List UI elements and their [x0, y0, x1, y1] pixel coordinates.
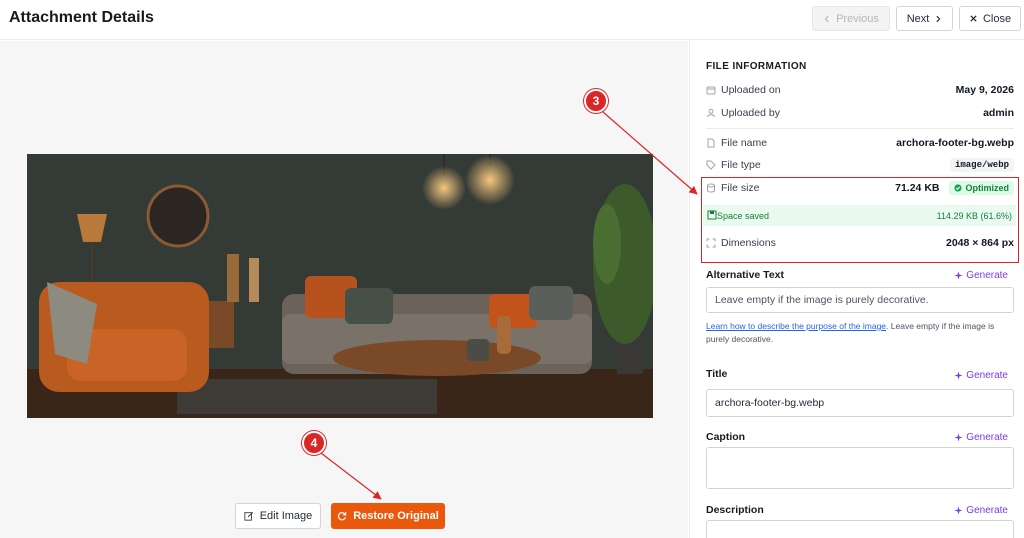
- edit-image-label: Edit Image: [259, 510, 313, 522]
- description-label: Description: [706, 504, 764, 516]
- space-saved-label: Space saved: [717, 210, 770, 221]
- dimensions-value: 2048 × 864 px: [945, 237, 1014, 249]
- edit-image-button[interactable]: Edit Image: [235, 503, 321, 529]
- file-type-value: image/webp: [949, 158, 1014, 172]
- file-name-row: File name archora-footer-bg.webp: [706, 133, 1014, 153]
- user-icon: [706, 108, 716, 118]
- alt-text-input[interactable]: Leave empty if the image is purely decor…: [706, 287, 1014, 313]
- previous-button[interactable]: Previous: [812, 6, 890, 31]
- annotation-marker-3: 3: [584, 89, 608, 113]
- caption-generate-button[interactable]: Generate: [954, 432, 1008, 443]
- edit-icon: [244, 511, 253, 521]
- next-button[interactable]: Next: [896, 6, 953, 31]
- file-size-label: File size: [721, 182, 760, 194]
- calendar-icon: [706, 85, 716, 95]
- check-circle-icon: [954, 184, 963, 192]
- title-label: Title: [706, 368, 728, 380]
- save-disk-icon: [707, 210, 717, 222]
- close-button[interactable]: Close: [959, 6, 1021, 31]
- file-information-heading: FILE INFORMATION: [706, 61, 807, 72]
- caption-textarea[interactable]: [706, 447, 1014, 489]
- alt-text-label: Alternative Text: [706, 269, 784, 281]
- generate-label: Generate: [966, 432, 1008, 443]
- sparkle-icon: [954, 271, 963, 280]
- file-name-label: File name: [721, 137, 768, 149]
- uploaded-by-value: admin: [983, 107, 1014, 119]
- generate-label: Generate: [966, 370, 1008, 381]
- file-details-panel: FILE INFORMATION Uploaded on May 9, 2026…: [689, 41, 1024, 538]
- chevron-right-icon: [936, 15, 941, 22]
- optimized-badge: Optimized: [949, 181, 1014, 195]
- close-icon: [970, 15, 977, 22]
- expand-icon: [706, 238, 716, 248]
- restore-original-label: Restore Original: [353, 510, 439, 522]
- optimized-label: Optimized: [965, 183, 1009, 193]
- sparkle-icon: [954, 371, 963, 380]
- page-title: Attachment Details: [9, 9, 154, 26]
- attachment-image: [27, 154, 653, 418]
- space-saved-value: 114.29 KB (61.6%): [936, 210, 1012, 221]
- description-generate-button[interactable]: Generate: [954, 505, 1008, 516]
- dimensions-row: Dimensions 2048 × 864 px: [706, 233, 1014, 253]
- dimensions-label: Dimensions: [721, 237, 776, 249]
- space-saved-row: Space saved 114.29 KB (61.6%): [703, 205, 1016, 226]
- title-input[interactable]: archora-footer-bg.webp: [706, 389, 1014, 417]
- description-textarea[interactable]: [706, 520, 1014, 538]
- uploaded-on-value: May 9, 2026: [955, 84, 1014, 96]
- generate-label: Generate: [966, 505, 1008, 516]
- uploaded-by-row: Uploaded by admin: [706, 103, 1014, 123]
- image-preview-area: Edit Image Restore Original: [0, 41, 688, 538]
- alt-text-help-link[interactable]: Learn how to describe the purpose of the…: [706, 321, 886, 331]
- generate-label: Generate: [966, 270, 1008, 281]
- annotation-marker-4: 4: [302, 431, 326, 455]
- alt-text-generate-button[interactable]: Generate: [954, 270, 1008, 281]
- previous-label: Previous: [836, 12, 879, 25]
- divider: [706, 128, 1014, 129]
- sparkle-icon: [954, 506, 963, 515]
- file-size-row: File size 71.24 KB Optimized: [706, 178, 1014, 198]
- title-generate-button[interactable]: Generate: [954, 370, 1008, 381]
- restore-original-button[interactable]: Restore Original: [331, 503, 445, 529]
- restore-icon: [338, 512, 347, 521]
- file-size-value: 71.24 KB: [895, 182, 940, 194]
- chevron-left-icon: [824, 15, 829, 22]
- file-name-value: archora-footer-bg.webp: [896, 137, 1014, 149]
- file-icon: [706, 138, 716, 148]
- uploaded-on-label: Uploaded on: [721, 84, 781, 96]
- file-type-label: File type: [721, 159, 761, 171]
- sparkle-icon: [954, 433, 963, 442]
- alt-text-help: Learn how to describe the purpose of the…: [706, 320, 1006, 346]
- header-bar: Attachment Details Previous Next Close: [0, 0, 1024, 40]
- close-label: Close: [982, 12, 1012, 25]
- database-icon: [706, 183, 716, 193]
- caption-label: Caption: [706, 431, 746, 443]
- uploaded-on-row: Uploaded on May 9, 2026: [706, 80, 1014, 100]
- next-label: Next: [906, 12, 930, 25]
- tag-icon: [706, 160, 716, 170]
- uploaded-by-label: Uploaded by: [721, 107, 780, 119]
- file-type-row: File type image/webp: [706, 155, 1014, 175]
